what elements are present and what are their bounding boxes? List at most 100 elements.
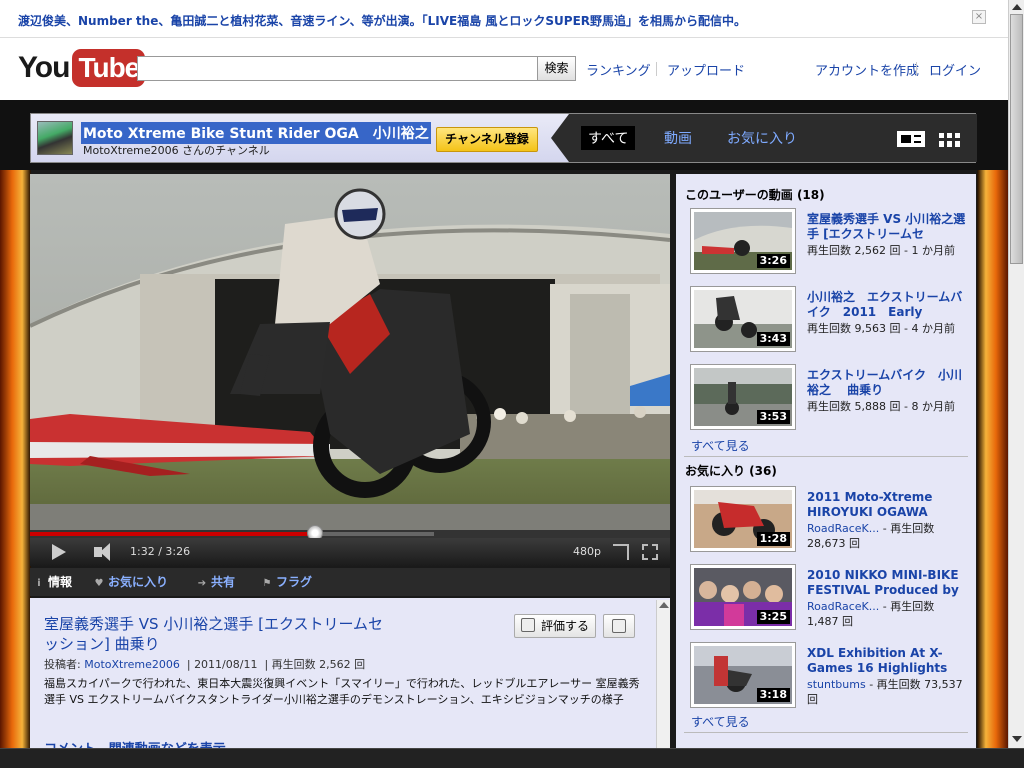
- video-meta: RoadRaceK... - 再生回数 1,487 回: [807, 599, 967, 629]
- author-link[interactable]: MotoXtreme2006: [84, 658, 180, 671]
- uploads-heading: このユーザーの動画 (18): [685, 188, 825, 202]
- video-meta: 投稿者: MotoXtreme2006 | 2011/08/11 | 再生回数 …: [44, 658, 366, 671]
- video-title-link[interactable]: 2011 Moto-Xtreme HIROYUKI OGAWA: [807, 490, 967, 520]
- like-button-label: 評価する: [541, 619, 590, 633]
- sidebar-divider: [684, 732, 968, 733]
- fullscreen-icon[interactable]: [642, 544, 658, 560]
- search-button[interactable]: 検索: [537, 56, 576, 81]
- create-account-link[interactable]: アカウントを作成: [815, 60, 919, 79]
- tab-favorite[interactable]: ♥ お気に入り: [94, 573, 169, 590]
- video-title-link[interactable]: 室屋義秀選手 VS 小川裕之選手 [エクストリームセ: [807, 212, 967, 242]
- video-list-item[interactable]: 3:43 小川裕之 エクストリームバイク 2011 Early 再生回数 9,5…: [690, 286, 974, 354]
- progress-bar[interactable]: [30, 525, 670, 541]
- sidebar: このユーザーの動画 (18) 3:26 室屋義秀選手 VS 小川裕之選手 [エク…: [676, 174, 976, 748]
- meta-prefix: 投稿者:: [44, 658, 81, 671]
- video-duration: 3:25: [756, 610, 790, 624]
- bottom-bar: [0, 748, 1024, 768]
- grid-view-icon[interactable]: [939, 133, 961, 147]
- channel-owner-line: MotoXtreme2006 さんのチャンネル: [83, 144, 270, 157]
- volume-icon-cone[interactable]: [100, 543, 110, 561]
- channel-avatar[interactable]: [37, 121, 73, 155]
- ranking-link[interactable]: ランキング: [586, 60, 651, 79]
- video-meta: 再生回数 5,888 回 - 8 か月前: [807, 400, 955, 413]
- video-list-item[interactable]: 3:18 XDL Exhibition At X-Games 16 Highli…: [690, 642, 974, 710]
- window-scrollbar[interactable]: [1008, 0, 1024, 748]
- tab-all[interactable]: すべて: [581, 126, 636, 150]
- show-comments-link[interactable]: コメント、関連動画などを表示: [44, 738, 226, 748]
- description-scrollbar[interactable]: [656, 600, 670, 748]
- video-duration: 3:53: [756, 410, 790, 424]
- promo-banner-link[interactable]: 渡辺俊美、Number the、亀田誠二と植村花菜、音速ライン、等が出演。「LI…: [18, 12, 746, 29]
- tab-videos[interactable]: 動画: [664, 128, 692, 148]
- video-title-link[interactable]: 2010 NIKKO MINI-BIKE FESTIVAL Produced b…: [807, 568, 967, 598]
- tab-info[interactable]: i 情報: [34, 573, 72, 590]
- video-thumbnail[interactable]: 3:25: [690, 564, 796, 630]
- dislike-button[interactable]: [603, 614, 635, 638]
- video-title-link[interactable]: XDL Exhibition At X-Games 16 Highlights: [807, 646, 967, 676]
- video-thumbnail[interactable]: 3:53: [690, 364, 796, 430]
- video-thumbnail[interactable]: 1:28: [690, 486, 796, 552]
- video-meta: 再生回数 9,563 回 - 4 か月前: [807, 322, 955, 335]
- thumbs-down-icon: [612, 619, 626, 633]
- channel-title[interactable]: Moto Xtreme Bike Stunt Rider OGA 小川裕之: [81, 122, 431, 144]
- popout-icon[interactable]: [613, 544, 629, 560]
- channel-link[interactable]: RoadRaceK...: [807, 522, 879, 535]
- header-separator: [916, 62, 917, 76]
- video-list-item[interactable]: 3:26 室屋義秀選手 VS 小川裕之選手 [エクストリームセ 再生回数 2,5…: [690, 208, 974, 276]
- current-time: 1:32: [130, 545, 155, 558]
- see-all-favorites-link[interactable]: すべて見る: [691, 713, 750, 730]
- duration: 3:26: [165, 545, 191, 558]
- upload-link[interactable]: アップロード: [667, 60, 745, 79]
- scroll-up-arrow-icon[interactable]: [1012, 4, 1022, 10]
- scroll-down-arrow-icon[interactable]: [1012, 736, 1022, 742]
- site-header: You Tube 検索 ランキング アップロード アカウントを作成 ログイン: [0, 38, 1008, 100]
- tab-flag-label: フラグ: [276, 575, 313, 589]
- close-icon[interactable]: ×: [972, 10, 986, 24]
- video-player[interactable]: 1:32 / 3:26 480p: [30, 174, 670, 566]
- logo-tube-text: Tube: [72, 49, 146, 87]
- info-icon: i: [37, 578, 41, 589]
- video-duration: 1:28: [756, 532, 790, 546]
- video-list-item[interactable]: 3:53 エクストリームバイク 小川裕之 曲乗り 再生回数 5,888 回 - …: [690, 364, 974, 432]
- youtube-logo[interactable]: You Tube: [18, 48, 146, 88]
- login-link[interactable]: ログイン: [929, 60, 981, 79]
- favorites-heading: お気に入り (36): [685, 464, 777, 478]
- tab-share-label: 共有: [211, 575, 236, 589]
- video-info-tabs: i 情報 ♥ お気に入り ➔ 共有 ⚑ フラグ: [30, 568, 670, 596]
- see-all-uploads-link[interactable]: すべて見る: [691, 437, 750, 454]
- video-frame[interactable]: [30, 174, 670, 530]
- video-thumbnail[interactable]: 3:43: [690, 286, 796, 352]
- video-duration: 3:18: [756, 688, 790, 702]
- sidebar-divider: [684, 456, 968, 457]
- channel-link[interactable]: stuntbums: [807, 678, 866, 691]
- channel-header: Moto Xtreme Bike Stunt Rider OGA 小川裕之 Mo…: [30, 113, 977, 163]
- view-count: 再生回数 2,562 回: [271, 658, 366, 671]
- video-thumbnail[interactable]: 3:26: [690, 208, 796, 274]
- video-title-link[interactable]: 小川裕之 エクストリームバイク 2011 Early: [807, 290, 967, 320]
- subscribe-button[interactable]: チャンネル登録: [436, 127, 538, 152]
- tab-share[interactable]: ➔ 共有: [197, 573, 235, 590]
- scrollbar-thumb[interactable]: [1010, 14, 1023, 264]
- video-list-item[interactable]: 1:28 2011 Moto-Xtreme HIROYUKI OGAWA Roa…: [690, 486, 974, 554]
- player-controls: 1:32 / 3:26 480p: [30, 538, 670, 566]
- logo-you-text: You: [18, 51, 70, 84]
- video-frame-image: [30, 174, 670, 530]
- play-icon[interactable]: [52, 544, 66, 560]
- channel-link[interactable]: RoadRaceK...: [807, 600, 879, 613]
- video-title-link[interactable]: エクストリームバイク 小川裕之 曲乗り: [807, 368, 967, 398]
- search-input[interactable]: [137, 56, 537, 81]
- flag-icon: ⚑: [262, 578, 272, 589]
- tab-favorites[interactable]: お気に入り: [727, 128, 797, 148]
- like-button[interactable]: 評価する: [514, 614, 596, 638]
- video-duration: 3:26: [756, 254, 790, 268]
- player-view-icon[interactable]: [897, 131, 925, 147]
- quality-button[interactable]: 480p: [573, 545, 601, 558]
- video-thumbnail[interactable]: 3:18: [690, 642, 796, 708]
- scroll-up-arrow-icon[interactable]: [659, 602, 669, 608]
- tab-favorite-label: お気に入り: [108, 575, 169, 589]
- thumbs-up-icon: [521, 618, 535, 632]
- video-meta: stuntbums - 再生回数 73,537 回: [807, 677, 967, 707]
- tab-flag[interactable]: ⚑ フラグ: [262, 573, 313, 590]
- video-list-item[interactable]: 3:25 2010 NIKKO MINI-BIKE FESTIVAL Produ…: [690, 564, 974, 632]
- video-title[interactable]: 室屋義秀選手 VS 小川裕之選手 [エクストリームセッション] 曲乗り: [44, 614, 384, 654]
